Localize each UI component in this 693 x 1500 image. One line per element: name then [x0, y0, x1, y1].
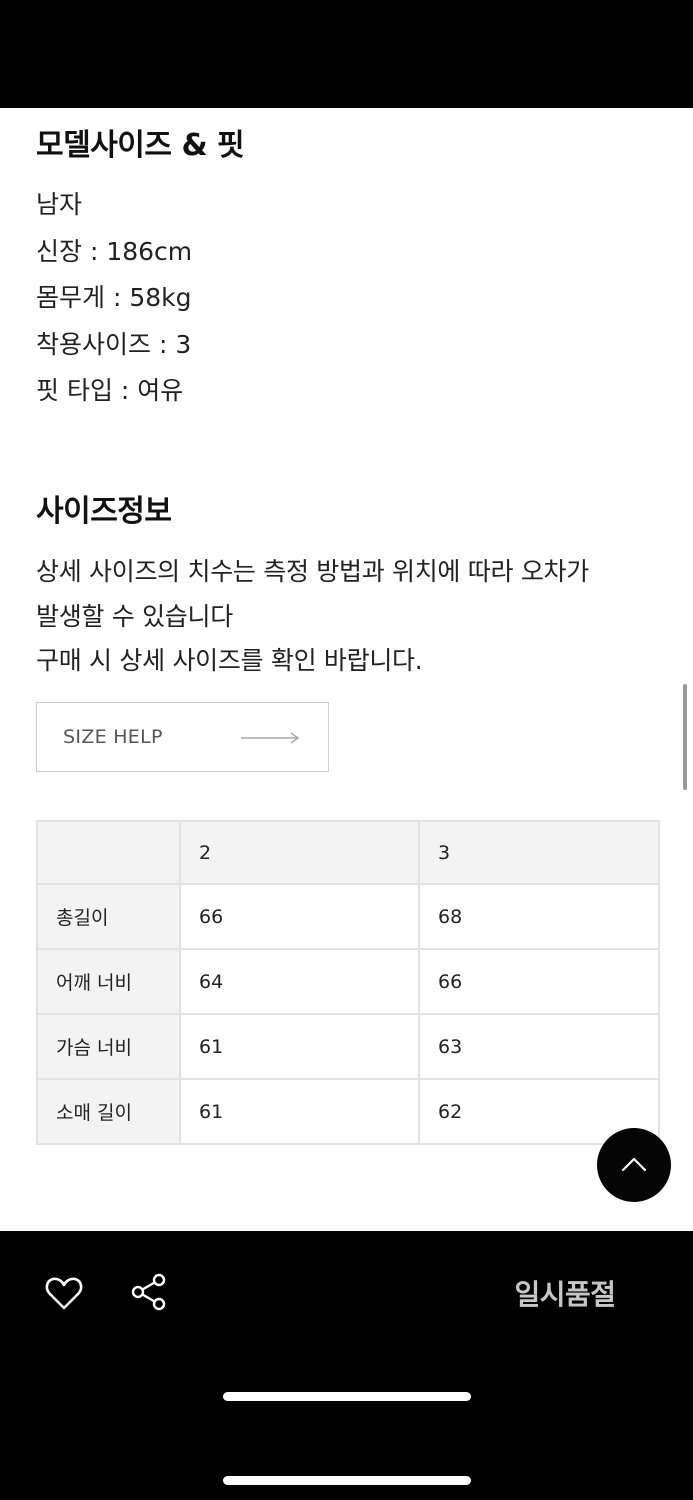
table-cell: 64	[179, 948, 420, 1015]
size-desc-line: 상세 사이즈의 치수는 측정 방법과 위치에 따라 오차가	[36, 557, 589, 586]
table-header-cell	[36, 820, 181, 885]
heart-icon	[45, 1277, 83, 1310]
size-table: 2 3 총길이 66 68 어깨 너비 64 66 가슴 너비 61 63 소매…	[36, 820, 660, 1145]
chevron-up-icon	[621, 1157, 647, 1172]
soldout-label: 일시품절	[514, 1278, 616, 1311]
model-gender: 남자	[36, 190, 83, 219]
size-help-button[interactable]: SIZE HELP	[36, 702, 329, 772]
table-cell: 66	[418, 948, 660, 1015]
arrow-right-icon	[241, 732, 300, 744]
table-row: 소매 길이 61 62	[36, 1078, 660, 1145]
table-cell: 61	[179, 1078, 420, 1145]
size-desc-line: 발생할 수 있습니다	[36, 601, 233, 631]
table-row: 총길이 66 68	[36, 883, 660, 950]
scroll-to-top-button[interactable]	[597, 1128, 671, 1202]
model-fit-type: 핏 타입 : 여유	[36, 376, 184, 405]
wishlist-button[interactable]	[44, 1273, 84, 1313]
status-bar	[0, 0, 693, 108]
table-cell: 61	[179, 1013, 420, 1080]
row-label: 가슴 너비	[36, 1013, 181, 1080]
row-label: 총길이	[36, 883, 181, 950]
size-help-label: SIZE HELP	[63, 726, 163, 748]
table-cell: 68	[418, 883, 660, 950]
row-label: 소매 길이	[36, 1078, 181, 1145]
home-indicator[interactable]	[223, 1392, 471, 1401]
table-header-cell: 3	[418, 820, 660, 885]
table-cell: 66	[179, 883, 420, 950]
home-indicator[interactable]	[223, 1476, 471, 1485]
scrollbar[interactable]	[683, 684, 687, 790]
model-height: 신장 : 186cm	[36, 236, 193, 266]
share-icon	[131, 1273, 166, 1311]
size-desc-line: 구매 시 상세 사이즈를 확인 바랍니다.	[36, 646, 423, 675]
bottom-action-bar: 일시품절	[0, 1231, 693, 1500]
table-header-row: 2 3	[36, 820, 660, 885]
row-label: 어깨 너비	[36, 948, 181, 1015]
table-row: 가슴 너비 61 63	[36, 1013, 660, 1080]
product-detail-content: 모델사이즈 & 핏 남자 신장 : 186cm 몸무게 : 58kg 착용사이즈…	[0, 108, 693, 1231]
model-size-title: 모델사이즈 & 핏	[36, 128, 245, 163]
size-info-description: 상세 사이즈의 치수는 측정 방법과 위치에 따라 오차가 발생할 수 있습니다…	[36, 550, 656, 684]
size-info-title: 사이즈정보	[36, 494, 172, 529]
model-weight: 몸무게 : 58kg	[36, 283, 192, 312]
model-worn-size: 착용사이즈 : 3	[36, 329, 192, 359]
table-header-cell: 2	[179, 820, 420, 885]
table-row: 어깨 너비 64 66	[36, 948, 660, 1015]
table-cell: 63	[418, 1013, 660, 1080]
model-info-list: 남자 신장 : 186cm 몸무게 : 58kg 착용사이즈 : 3 핏 타입 …	[36, 182, 192, 415]
share-button[interactable]	[128, 1271, 170, 1313]
